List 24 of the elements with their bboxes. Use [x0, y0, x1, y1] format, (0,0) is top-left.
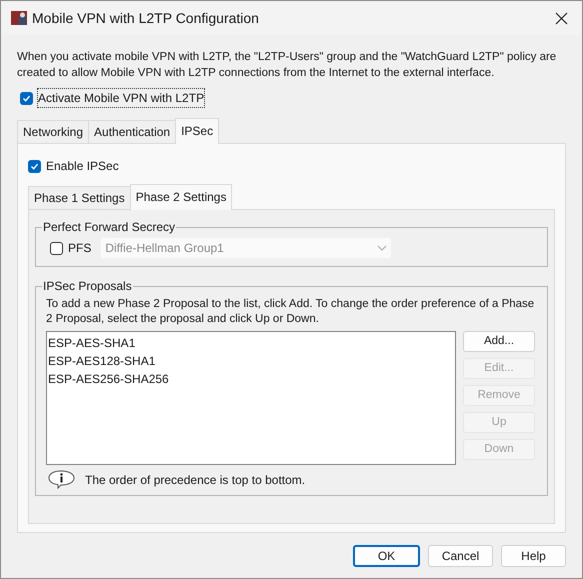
group-title: Perfect Forward Secrecy — [42, 219, 176, 236]
tab[interactable]: IPSec — [175, 118, 220, 144]
dialog-button[interactable]: Help — [501, 545, 566, 567]
tab[interactable]: Phase 2 Settings — [130, 184, 232, 210]
app-icon — [11, 10, 27, 26]
list-item[interactable]: ESP-AES256-SHA256 — [48, 370, 454, 388]
dialog-button[interactable]: Cancel — [428, 545, 493, 567]
window-title: Mobile VPN with L2TP Configuration — [32, 8, 260, 28]
tab[interactable]: Phase 1 Settings — [28, 186, 131, 209]
dialog-button[interactable]: OK — [353, 545, 420, 567]
note-text: The order of precedence is top to bottom. — [85, 472, 306, 488]
instructions-text: To add a new Phase 2 Proposal to the list, click Add. To change the order preference of a Phase 2 Proposal, select the proposal and click Up or Down. — [46, 297, 536, 327]
tab[interactable]: Networking — [17, 120, 90, 143]
list-item[interactable]: ESP-AES128-SHA1 — [48, 352, 454, 370]
list-item[interactable]: ESP-AES-SHA1 — [48, 334, 454, 352]
chevron-down-icon — [377, 245, 388, 251]
enable-ipsec-checkbox[interactable]: Enable IPSec — [28, 157, 555, 175]
activate-checkbox[interactable]: Activate Mobile VPN with L2TP — [20, 89, 566, 107]
group-title: IPSec Proposals — [42, 278, 133, 295]
close-icon[interactable] — [555, 12, 568, 24]
description-text: When you activate mobile VPN with L2TP, the "L2TP-Users" group and the "WatchGuard L2TP" policy are created to allow Mobile VPN with L2TP connections from the Internet to the external interface. — [17, 50, 558, 81]
info-icon — [48, 470, 75, 489]
list-action-button[interactable]: Add... — [463, 331, 535, 352]
pfs-checkbox[interactable]: PFS — [50, 239, 92, 257]
